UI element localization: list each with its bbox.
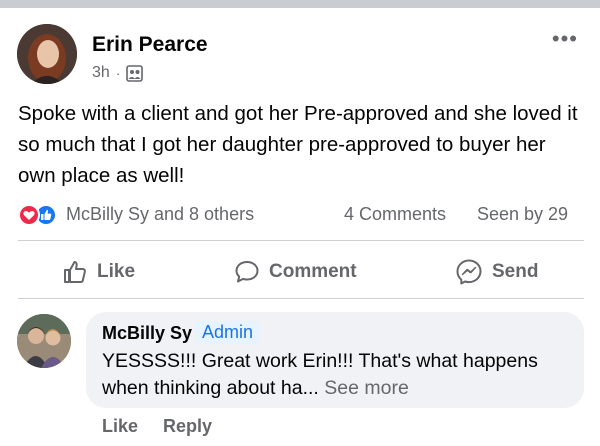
author-avatar[interactable] bbox=[17, 24, 77, 84]
reaction-names-link[interactable]: McBilly Sy and 8 others bbox=[66, 204, 254, 225]
send-button[interactable]: Send bbox=[455, 257, 538, 287]
love-reaction-icon bbox=[18, 204, 40, 226]
send-button-label: Send bbox=[492, 261, 539, 282]
divider bbox=[18, 298, 584, 299]
like-button-label: Like bbox=[97, 261, 136, 282]
post-meta: 3h · bbox=[92, 64, 144, 82]
thumbs-up-icon bbox=[64, 261, 86, 283]
post-text: Spoke with a client and got her Pre-appr… bbox=[18, 102, 578, 187]
comment-button[interactable]: Comment bbox=[234, 257, 357, 287]
post-time[interactable]: 3h bbox=[92, 64, 110, 82]
comment-bubble-icon bbox=[235, 261, 259, 283]
comment-button-label: Comment bbox=[269, 261, 357, 282]
author-name[interactable]: Erin Pearce bbox=[92, 33, 208, 57]
like-button[interactable]: Like bbox=[62, 257, 135, 287]
comment-author[interactable]: McBilly Sy bbox=[102, 323, 192, 344]
friends-icon[interactable] bbox=[126, 64, 144, 82]
admin-badge: Admin bbox=[196, 321, 260, 344]
comment-body: YESSSS!!! Great work Erin!!! That's what… bbox=[102, 350, 538, 399]
meta-separator: · bbox=[115, 65, 121, 81]
see-more-link[interactable]: See more bbox=[324, 377, 409, 399]
comment-text: YESSSS!!! Great work Erin!!! That's what… bbox=[102, 348, 572, 402]
reactions-row: McBilly Sy and 8 others 4 Comments Seen … bbox=[18, 203, 584, 227]
comment-bubble: McBilly Sy Admin YESSSS!!! Great work Er… bbox=[86, 312, 584, 408]
messenger-icon bbox=[456, 259, 482, 285]
comment-count-link[interactable]: 4 Comments bbox=[344, 204, 446, 225]
reaction-icons[interactable] bbox=[18, 203, 64, 227]
comment-reply-button[interactable]: Reply bbox=[163, 416, 212, 437]
seen-count-link[interactable]: Seen by 29 bbox=[477, 204, 568, 225]
divider bbox=[18, 240, 584, 241]
commenter-avatar[interactable] bbox=[17, 314, 71, 368]
comment-like-button[interactable]: Like bbox=[102, 416, 138, 437]
more-options-button[interactable]: ••• bbox=[552, 26, 578, 52]
top-divider-strip bbox=[0, 0, 600, 8]
